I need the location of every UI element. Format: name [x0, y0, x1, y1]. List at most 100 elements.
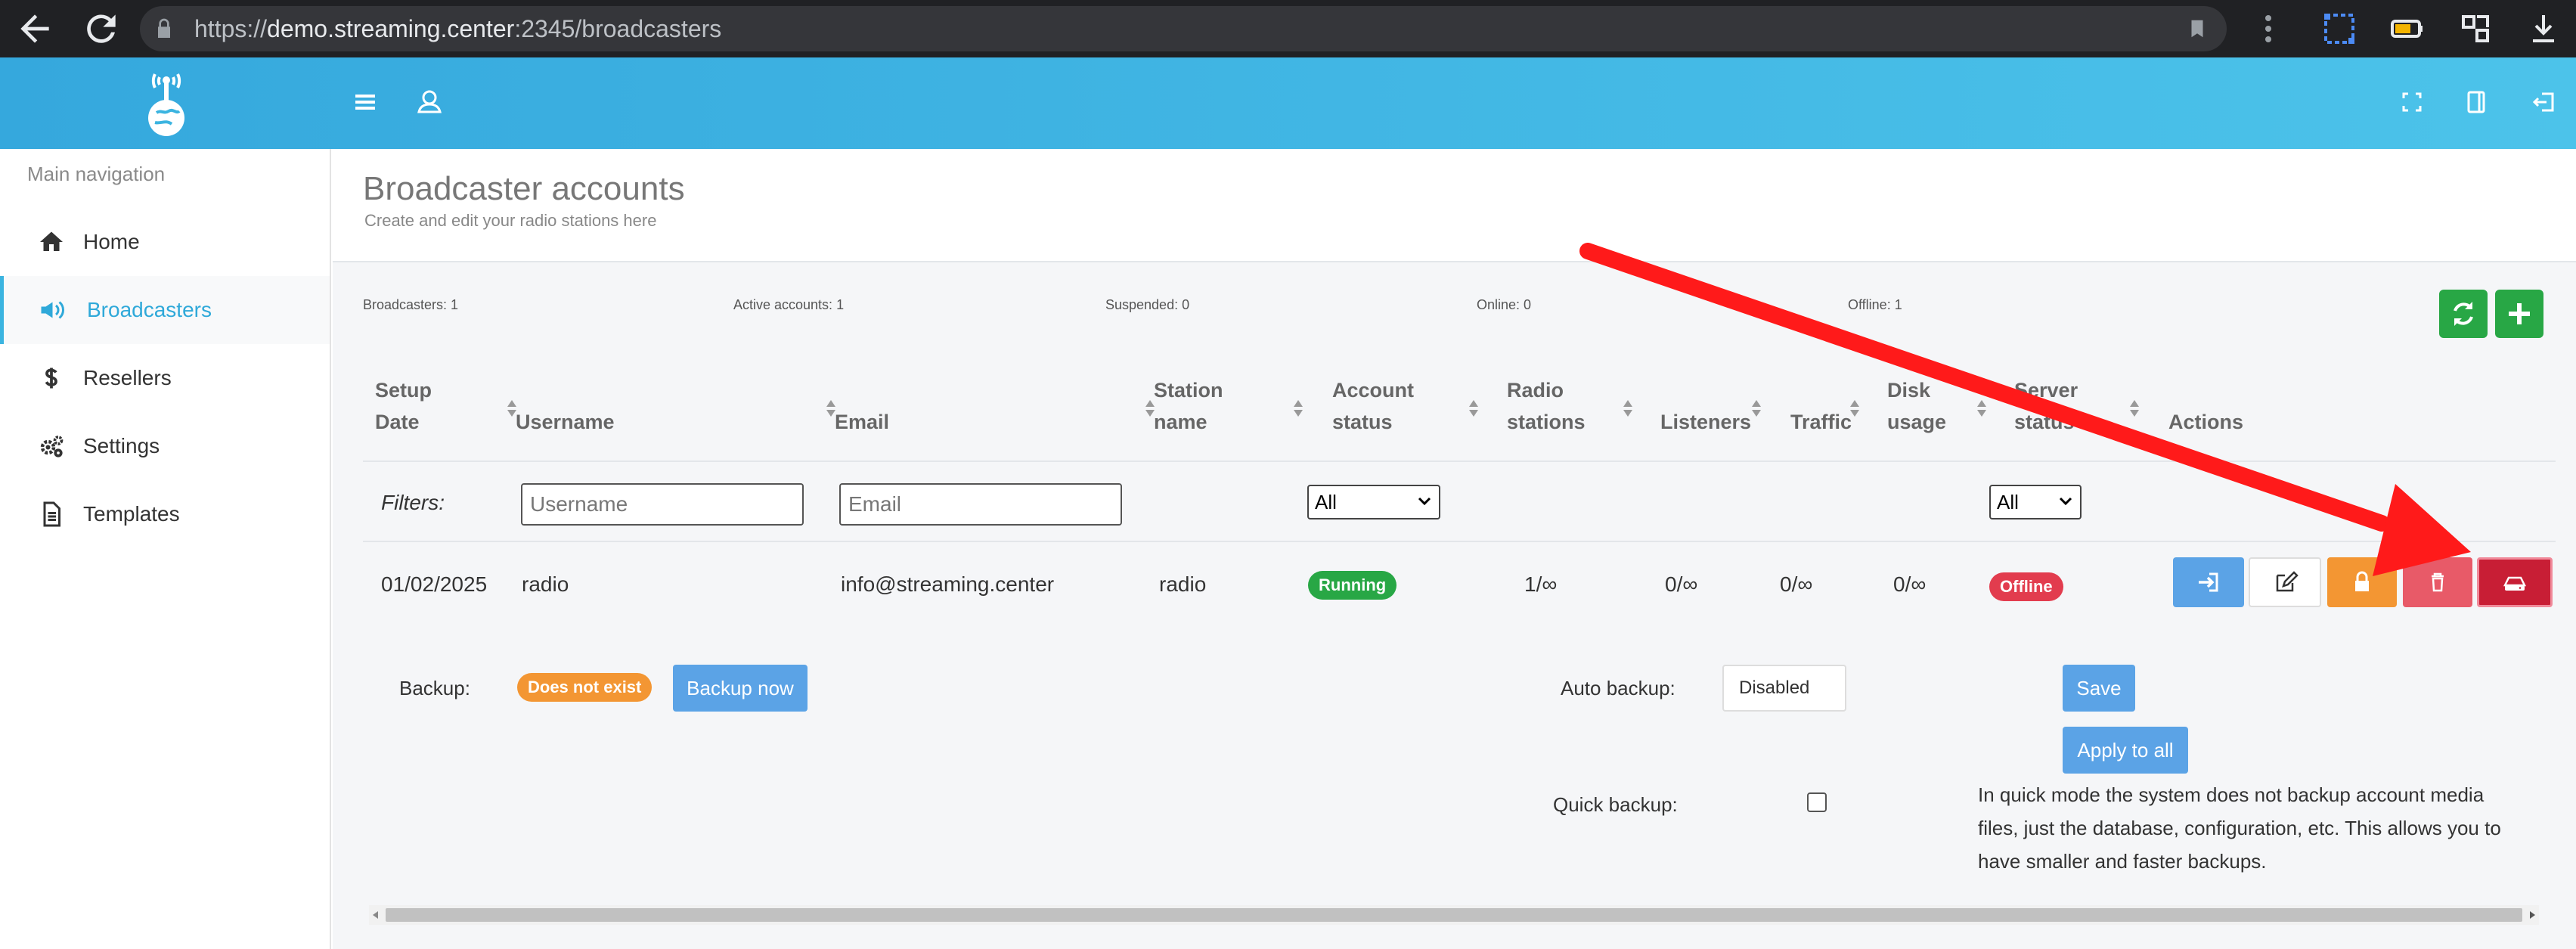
th-station-name[interactable]: Station name — [1154, 374, 1245, 438]
sort-icon[interactable] — [1976, 399, 1987, 418]
menu-toggle-icon[interactable] — [346, 83, 384, 121]
server-status-filter-select[interactable]: All — [1989, 485, 2082, 519]
th-disk-usage[interactable]: Disk usage — [1887, 374, 1963, 438]
quick-backup-label: Quick backup: — [1553, 793, 1678, 816]
filter-row: Filters: All All — [363, 461, 2556, 542]
app-header — [0, 57, 2576, 149]
add-broadcaster-button[interactable] — [2495, 290, 2543, 338]
logout-icon[interactable] — [2525, 83, 2563, 121]
account-status-filter-value: All — [1315, 491, 1337, 513]
th-traffic[interactable]: Traffic — [1790, 406, 1852, 438]
bookmark-icon[interactable] — [2186, 17, 2209, 41]
page-title: Broadcaster accounts — [363, 170, 685, 207]
email-filter-input[interactable] — [839, 483, 1122, 526]
stat-online: Online: 0 — [1477, 297, 1532, 312]
scroll-right-icon[interactable] — [2527, 910, 2537, 920]
battery-extension-icon[interactable] — [2389, 11, 2426, 47]
download-icon[interactable] — [2525, 11, 2562, 47]
th-email[interactable]: Email — [835, 406, 889, 438]
sign-in-icon — [2199, 572, 2218, 592]
sidebar-panel-icon[interactable] — [2457, 83, 2495, 121]
stat-offline: Offline: 1 — [1848, 297, 1902, 312]
sidebar: Main navigation Home Broadcasters Resell… — [0, 149, 331, 949]
sidebar-item-home[interactable]: Home — [0, 208, 330, 276]
more-options-icon[interactable] — [2250, 11, 2286, 47]
backup-now-button[interactable]: Backup now — [673, 665, 808, 712]
scroll-left-icon[interactable] — [370, 910, 381, 920]
backup-drive-button[interactable] — [2477, 557, 2553, 607]
refresh-icon — [2454, 302, 2473, 326]
status-badge-offline: Offline — [1989, 572, 2063, 601]
status-badge-running: Running — [1308, 571, 1397, 600]
cell-username: radio — [522, 572, 569, 596]
th-server-status[interactable]: Server status — [2014, 374, 2105, 438]
sidebar-item-templates[interactable]: Templates — [0, 480, 330, 548]
user-profile-icon[interactable] — [411, 83, 448, 121]
sort-icon[interactable] — [1145, 399, 1155, 418]
cell-traffic: 0/∞ — [1780, 572, 1813, 596]
sidebar-item-label: Templates — [83, 502, 180, 526]
lock-icon — [158, 18, 170, 38]
login-as-button[interactable] — [2173, 557, 2244, 607]
sort-icon[interactable] — [507, 399, 517, 418]
sidebar-item-broadcasters[interactable]: Broadcasters — [0, 276, 330, 344]
quick-backup-checkbox[interactable] — [1807, 792, 1827, 812]
table-row: 01/02/2025 radio info@streaming.center r… — [363, 542, 2556, 636]
stat-suspended: Suspended: 0 — [1105, 297, 1190, 312]
extensions-icon[interactable] — [2457, 11, 2494, 47]
th-username[interactable]: Username — [516, 406, 615, 438]
megaphone-icon — [41, 301, 65, 319]
sort-icon[interactable] — [2129, 399, 2140, 418]
cell-listeners: 0/∞ — [1665, 572, 1698, 596]
server-status-filter-value: All — [1997, 491, 2019, 513]
sort-icon[interactable] — [1751, 399, 1762, 418]
address-bar[interactable]: https://demo.streaming.center:2345/broad… — [140, 6, 2227, 51]
th-setup-date[interactable]: Setup Date — [375, 374, 466, 438]
dollar-icon — [45, 368, 57, 389]
sort-icon[interactable] — [1293, 399, 1303, 418]
th-account-status[interactable]: Account status — [1332, 374, 1431, 438]
sort-icon[interactable] — [1623, 399, 1633, 418]
cell-setup-date: 01/02/2025 — [381, 572, 488, 596]
reload-icon[interactable] — [80, 8, 122, 50]
auto-backup-select[interactable]: Disabled — [1722, 665, 1846, 712]
url-text: https://demo.streaming.center:2345/broad… — [194, 15, 722, 42]
cell-station-name: radio — [1159, 572, 1207, 596]
edit-icon — [2276, 571, 2299, 592]
cell-email: info@streaming.center — [841, 572, 1055, 596]
th-listeners[interactable]: Listeners — [1660, 406, 1751, 438]
screenshot-extension-icon[interactable] — [2321, 11, 2357, 47]
sidebar-item-label: Broadcasters — [87, 298, 212, 321]
sidebar-item-label: Settings — [83, 434, 160, 457]
horizontal-scrollbar[interactable] — [369, 905, 2539, 925]
chevron-down-icon — [1418, 497, 1431, 506]
cell-radio-stations: 1/∞ — [1524, 572, 1558, 596]
sidebar-item-resellers[interactable]: Resellers — [0, 344, 330, 412]
save-button[interactable]: Save — [2063, 665, 2135, 712]
username-filter-input[interactable] — [521, 483, 804, 526]
table-header: Setup Date Username Email Station name A… — [363, 353, 2556, 461]
cell-disk-usage: 0/∞ — [1893, 572, 1927, 596]
scrollbar-thumb[interactable] — [386, 908, 2522, 922]
edit-button[interactable] — [2249, 557, 2321, 607]
plus-icon — [2509, 303, 2530, 324]
suspend-lock-button[interactable] — [2327, 557, 2397, 607]
refresh-button[interactable] — [2439, 290, 2488, 338]
chevron-down-icon — [2059, 497, 2072, 506]
sort-icon[interactable] — [1849, 399, 1860, 418]
th-radio-stations[interactable]: Radio stations — [1507, 374, 1598, 438]
sidebar-item-label: Home — [83, 230, 140, 253]
account-status-filter-select[interactable]: All — [1307, 485, 1440, 519]
apply-to-all-button[interactable]: Apply to all — [2063, 727, 2188, 774]
sort-icon[interactable] — [826, 399, 836, 418]
th-actions: Actions — [2168, 411, 2244, 433]
stat-broadcasters: Broadcasters: 1 — [363, 297, 459, 312]
sidebar-item-label: Resellers — [83, 366, 172, 389]
back-icon[interactable] — [14, 8, 56, 50]
sidebar-item-settings[interactable]: Settings — [0, 412, 330, 480]
fullscreen-icon[interactable] — [2393, 83, 2431, 121]
delete-button[interactable] — [2403, 557, 2472, 607]
sort-icon[interactable] — [1468, 399, 1479, 418]
trash-icon — [2432, 572, 2444, 592]
gears-icon — [40, 436, 64, 457]
